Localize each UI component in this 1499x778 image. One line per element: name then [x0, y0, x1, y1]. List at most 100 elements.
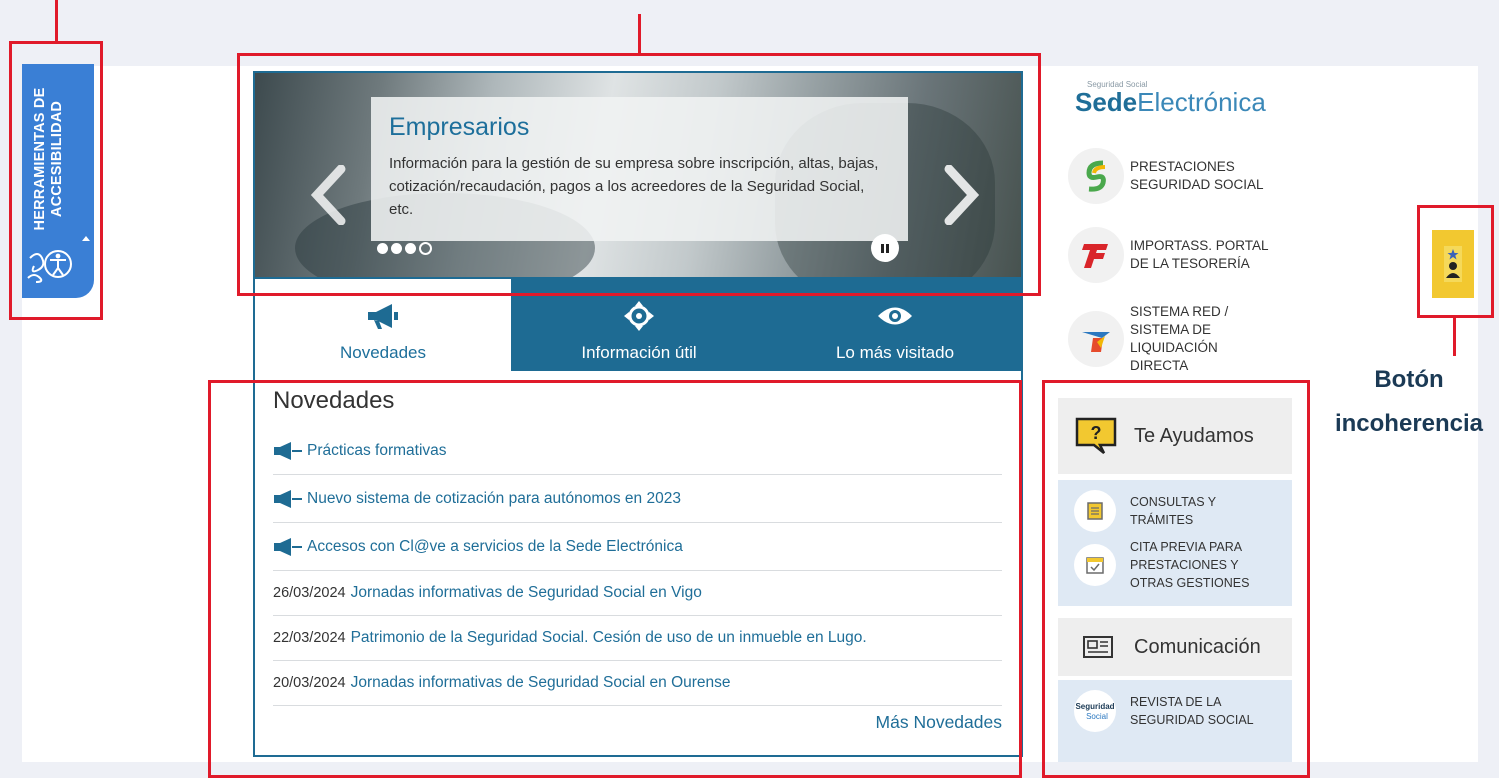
annotation-pointer: [638, 14, 641, 54]
hero-carousel: Empresarios Información para la gestión …: [253, 71, 1023, 279]
incoherence-button-caption: Botón incoherencia: [1316, 358, 1499, 446]
megaphone-icon: [274, 441, 302, 460]
chevron-right-icon[interactable]: [941, 165, 981, 225]
help-links: CONSULTAS Y TRÁMITES CITA PREVIA PARA PR…: [1058, 480, 1292, 606]
crosshair-icon: [624, 301, 654, 331]
news-date: 22/03/2024: [273, 630, 346, 646]
prestaciones-icon: [1068, 148, 1124, 204]
help-link-label-line: CITA PREVIA PARA: [1130, 540, 1243, 554]
revista-icon: Seguridad Social: [1074, 690, 1116, 732]
carousel-dot[interactable]: [391, 243, 402, 254]
document-icon: [1074, 490, 1116, 532]
communication-title: Comunicación: [1134, 635, 1261, 658]
help-link-label-line: PRESTACIONES Y: [1130, 558, 1239, 572]
service-link-sistema-red[interactable]: SISTEMA RED / SISTEMA DE LIQUIDACIÓN DIR…: [1068, 303, 1228, 375]
sede-electronica-logo[interactable]: Seguridad Social SedeElectrónica: [1075, 80, 1266, 115]
eye-icon: [878, 307, 912, 325]
carousel-caption: Empresarios Información para la gestión …: [371, 97, 908, 241]
help-link-label-line: OTRAS GESTIONES: [1130, 576, 1250, 590]
communication-link-label: REVISTA DE LA SEGURIDAD SOCIAL: [1130, 693, 1254, 729]
news-heading: Novedades: [273, 387, 395, 414]
report-user-icon: [1444, 246, 1462, 282]
help-link-consultas[interactable]: CONSULTAS Y TRÁMITES: [1074, 490, 1292, 532]
incoherence-caption-line: incoherencia: [1334, 410, 1484, 437]
accessibility-tab-label: HERRAMIENTAS DE ACCESIBILIDAD: [32, 74, 66, 244]
service-label-line: LIQUIDACIÓN: [1130, 340, 1218, 355]
pause-button[interactable]: [871, 234, 899, 262]
svg-text:?: ?: [1091, 423, 1102, 443]
service-label: SISTEMA RED / SISTEMA DE LIQUIDACIÓN DIR…: [1130, 303, 1228, 375]
communication-link-label-line: SEGURIDAD SOCIAL: [1130, 713, 1254, 727]
tab-label: Información útil: [581, 343, 697, 362]
svg-text:Social: Social: [1086, 712, 1108, 721]
svg-text:Seguridad: Seguridad: [1075, 702, 1114, 711]
tab-lo-mas-visitado[interactable]: Lo más visitado: [767, 279, 1023, 371]
news-item[interactable]: 20/03/2024 Jornadas informativas de Segu…: [273, 661, 1002, 706]
communication-link-label-line: REVISTA DE LA: [1130, 695, 1222, 709]
carousel-title[interactable]: Empresarios: [389, 113, 892, 142]
help-link-label-line: CONSULTAS Y: [1130, 495, 1217, 509]
service-label-line: SISTEMA DE: [1130, 322, 1212, 337]
service-label-line: DE LA TESORERÍA: [1130, 256, 1250, 271]
pause-icon: [886, 243, 889, 253]
news-featured-item[interactable]: Accesos con Cl@ve a servicios de la Sede…: [273, 523, 1002, 571]
tab-label: Novedades: [339, 343, 426, 362]
tab-bar: Novedades Información útil Lo más visita…: [253, 279, 1023, 371]
accessibility-line-2: ACCESIBILIDAD: [49, 100, 65, 218]
megaphone-icon: [274, 537, 302, 556]
service-label-line: SISTEMA RED /: [1130, 304, 1229, 319]
annotation-pointer: [55, 0, 58, 42]
accessibility-icon: [27, 250, 72, 283]
service-link-importass[interactable]: IMPORTASS. PORTAL DE LA TESORERÍA: [1068, 227, 1269, 283]
news-link[interactable]: Patrimonio de la Seguridad Social. Cesió…: [351, 629, 867, 647]
news-link[interactable]: Nuevo sistema de cotización para autónom…: [307, 490, 681, 508]
service-label-line: DIRECTA: [1130, 358, 1189, 373]
service-label-line: PRESTACIONES: [1130, 159, 1235, 174]
news-panel: Novedades Prácticas formativas Nuevo sis…: [253, 371, 1023, 757]
megaphone-icon: [274, 489, 302, 508]
question-bubble-icon: ?: [1075, 417, 1117, 454]
annotation-pointer: [1453, 316, 1456, 356]
news-featured-item[interactable]: Prácticas formativas: [273, 427, 1002, 475]
communication-link-revista[interactable]: Seguridad Social REVISTA DE LA SEGURIDAD…: [1074, 690, 1292, 732]
more-news-link[interactable]: Más Novedades: [876, 712, 1002, 733]
news-link[interactable]: Accesos con Cl@ve a servicios de la Sede…: [307, 538, 683, 556]
screenshot-stage: HERRAMIENTAS DE ACCESIBILIDAD Empresario…: [0, 0, 1499, 778]
carousel-text: Información para la gestión de su empres…: [389, 155, 879, 218]
news-item[interactable]: 26/03/2024 Jornadas informativas de Segu…: [273, 571, 1002, 616]
tab-label: Lo más visitado: [835, 343, 955, 362]
news-link[interactable]: Prácticas formativas: [307, 442, 447, 460]
sistema-red-icon: [1068, 311, 1124, 367]
logo-wordmark: SedeElectrónica: [1075, 89, 1266, 115]
service-link-prestaciones[interactable]: PRESTACIONES SEGURIDAD SOCIAL: [1068, 148, 1264, 204]
service-label-line: IMPORTASS. PORTAL: [1130, 238, 1269, 253]
communication-links: Seguridad Social REVISTA DE LA SEGURIDAD…: [1058, 680, 1292, 762]
accessibility-line-1: HERRAMIENTAS DE: [32, 87, 48, 231]
service-label: PRESTACIONES SEGURIDAD SOCIAL: [1130, 158, 1264, 194]
help-section-header[interactable]: ? Te Ayudamos: [1058, 398, 1292, 474]
carousel-dot[interactable]: [405, 243, 416, 254]
news-item[interactable]: 22/03/2024 Patrimonio de la Seguridad So…: [273, 616, 1002, 661]
calendar-icon: [1074, 544, 1116, 586]
news-link[interactable]: Jornadas informativas de Seguridad Socia…: [351, 584, 702, 602]
importass-icon: [1068, 227, 1124, 283]
news-featured-item[interactable]: Nuevo sistema de cotización para autónom…: [273, 475, 1002, 523]
incoherence-button[interactable]: [1432, 230, 1474, 298]
tab-novedades[interactable]: Novedades: [253, 279, 511, 371]
help-link-cita-previa[interactable]: CITA PREVIA PARA PRESTACIONES Y OTRAS GE…: [1074, 538, 1292, 592]
help-link-label: CONSULTAS Y TRÁMITES: [1130, 493, 1216, 529]
help-link-label: CITA PREVIA PARA PRESTACIONES Y OTRAS GE…: [1130, 538, 1249, 592]
tab-informacion-util[interactable]: Información útil: [511, 279, 767, 371]
newspaper-icon: [1083, 636, 1113, 658]
carousel-dot-active[interactable]: [419, 242, 432, 255]
chevron-left-icon[interactable]: [309, 165, 349, 225]
news-date: 20/03/2024: [273, 675, 346, 691]
carousel-dot[interactable]: [377, 243, 388, 254]
help-title: Te Ayudamos: [1134, 424, 1254, 447]
incoherence-caption-line: Botón: [1374, 366, 1444, 393]
logo-light: Electrónica: [1137, 87, 1266, 117]
news-link[interactable]: Jornadas informativas de Seguridad Socia…: [351, 674, 731, 692]
communication-section-header[interactable]: Comunicación: [1058, 618, 1292, 676]
service-label: IMPORTASS. PORTAL DE LA TESORERÍA: [1130, 237, 1269, 273]
megaphone-icon: [368, 304, 398, 329]
